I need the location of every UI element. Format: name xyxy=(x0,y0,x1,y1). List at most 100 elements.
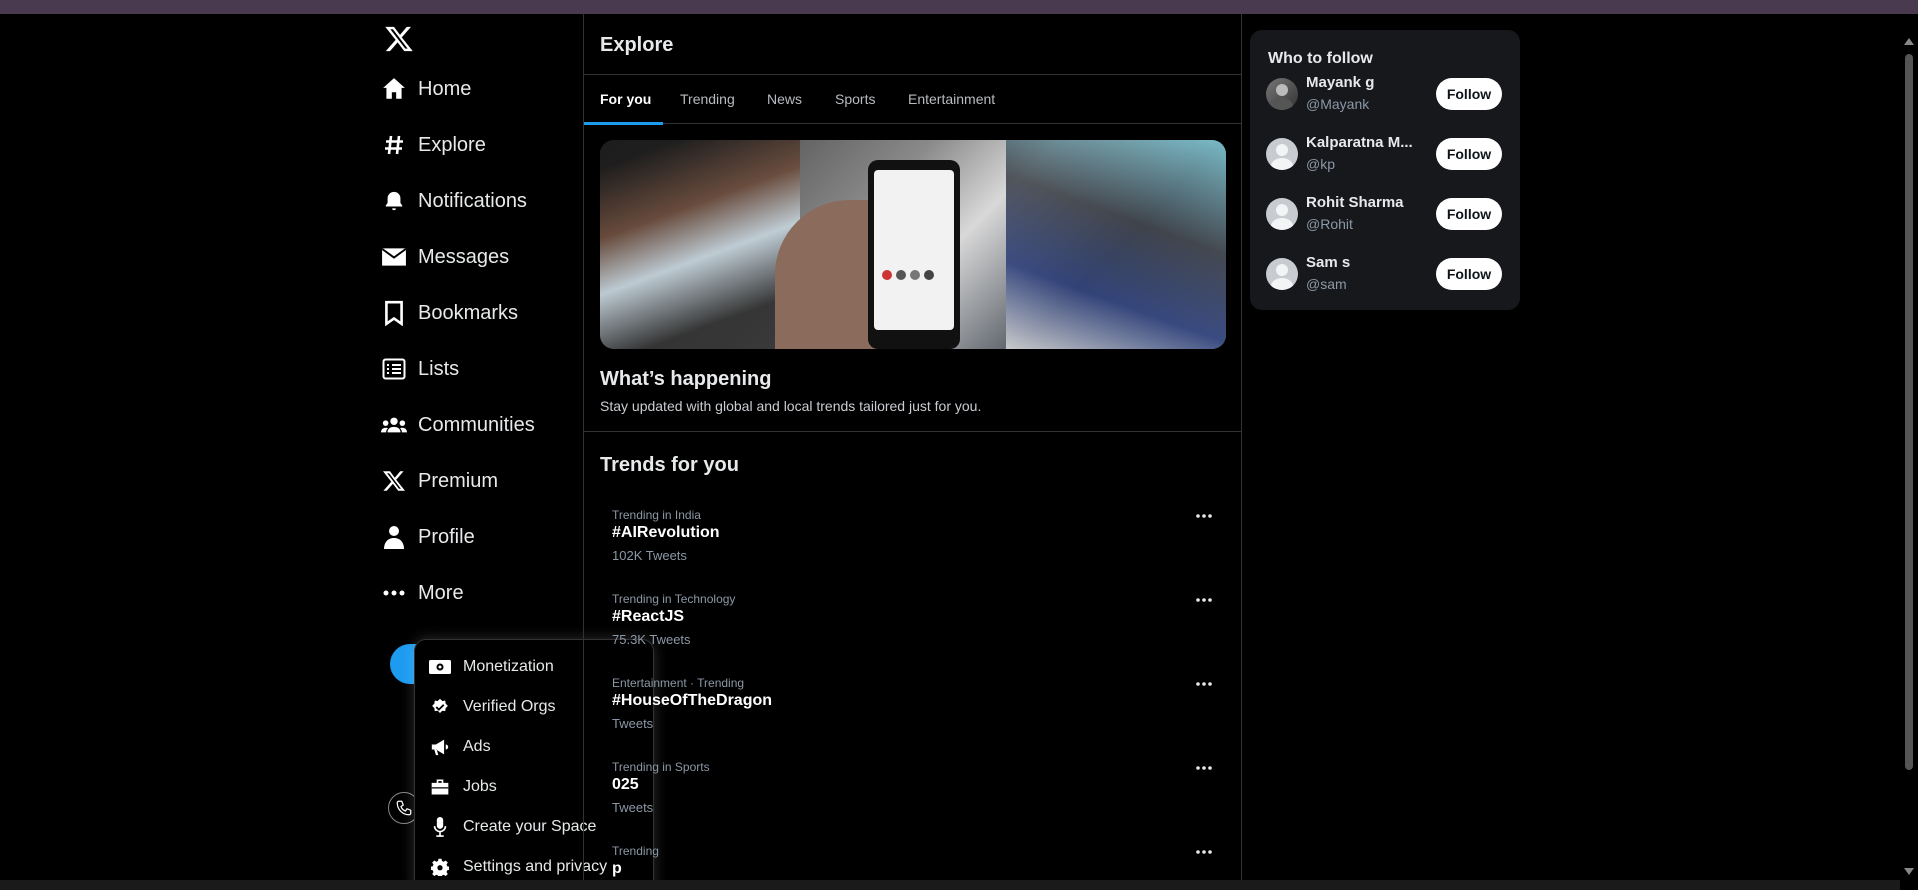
bell-icon xyxy=(380,187,408,215)
menu-item-label: Verified Orgs xyxy=(463,698,556,715)
trend-context: Trending in Technology xyxy=(612,592,736,606)
user-name[interactable]: Sam s xyxy=(1306,254,1416,271)
menu-item-create-space[interactable]: Create your Space xyxy=(429,812,596,842)
scroll-up-arrow-icon[interactable] xyxy=(1904,38,1914,45)
sidebar-item-premium[interactable]: Premium xyxy=(380,461,498,501)
sidebar-item-more[interactable]: More xyxy=(380,573,464,613)
menu-item-verified-orgs[interactable]: Verified Orgs xyxy=(429,692,555,722)
more-options-icon[interactable] xyxy=(1192,592,1216,608)
page-scrollbar[interactable] xyxy=(1900,14,1918,890)
sidebar-item-bookmarks[interactable]: Bookmarks xyxy=(380,293,518,333)
avatar[interactable] xyxy=(1266,138,1298,170)
sidebar-item-lists[interactable]: Lists xyxy=(380,349,459,389)
user-name[interactable]: Rohit Sharma xyxy=(1306,194,1416,211)
sidebar-item-notifications[interactable]: Notifications xyxy=(380,181,527,221)
sidebar-item-label: Premium xyxy=(418,469,499,492)
sidebar-item-label: Profile xyxy=(418,525,475,548)
sidebar-item-label: Lists xyxy=(418,357,460,380)
whats-happening-title: What’s happening xyxy=(600,368,772,390)
follow-button[interactable]: Follow xyxy=(1436,198,1502,230)
trend-context: Trending in Sports xyxy=(612,760,710,774)
trend-count: 102K Tweets xyxy=(612,548,687,563)
scroll-down-arrow-icon[interactable] xyxy=(1904,868,1914,875)
follow-button[interactable]: Follow xyxy=(1436,78,1502,110)
hashtag-icon xyxy=(380,131,408,159)
follow-suggestion[interactable]: Mayank g @Mayank Follow xyxy=(1266,74,1506,124)
trend-context: Trending in India xyxy=(612,508,701,522)
trend-count: Tweets xyxy=(612,800,654,815)
more-options-icon[interactable] xyxy=(1192,844,1216,860)
more-options-icon[interactable] xyxy=(1192,508,1216,524)
home-icon xyxy=(380,75,408,103)
trend-item[interactable]: Trending in Sports 025 Tweets xyxy=(612,760,1212,820)
sidebar-item-profile[interactable]: Profile xyxy=(380,517,475,557)
sidebar-item-home[interactable]: Home xyxy=(380,69,471,109)
avatar-body xyxy=(1271,278,1293,290)
main-column: Explore For you Trending News Sports Ent… xyxy=(583,14,1242,890)
megaphone-icon xyxy=(429,736,451,758)
sidebar-item-messages[interactable]: Messages xyxy=(380,237,509,277)
user-handle: @kp xyxy=(1306,156,1335,172)
avatar[interactable] xyxy=(1266,78,1298,110)
browser-top-bar xyxy=(0,0,1918,14)
user-handle: @Mayank xyxy=(1306,96,1370,112)
trend-count: Tweets xyxy=(612,716,654,731)
money-icon xyxy=(429,656,451,678)
menu-item-settings-privacy[interactable]: Settings and privacy xyxy=(429,852,607,882)
more-options-icon[interactable] xyxy=(1192,760,1216,776)
hero-phone-screen xyxy=(874,170,954,330)
sidebar-item-explore[interactable]: Explore xyxy=(380,125,486,165)
hero-image[interactable] xyxy=(600,140,1226,349)
avatar[interactable] xyxy=(1266,198,1298,230)
trend-item[interactable]: Trending in Technology #ReactJS 75.3K Tw… xyxy=(612,592,1212,652)
user-name[interactable]: Mayank g xyxy=(1306,74,1416,91)
hero-building-right xyxy=(1006,140,1226,349)
user-handle: @Rohit xyxy=(1306,216,1353,232)
avatar-head xyxy=(1276,204,1288,216)
follow-suggestion[interactable]: Sam s @sam Follow xyxy=(1266,254,1506,304)
avatar-head xyxy=(1276,264,1288,276)
briefcase-icon xyxy=(429,776,451,798)
follow-suggestion[interactable]: Rohit Sharma @Rohit Follow xyxy=(1266,194,1506,244)
bottom-scrollbar xyxy=(0,880,1900,890)
tab-entertainment[interactable]: Entertainment xyxy=(908,75,995,123)
x-logo-icon[interactable] xyxy=(384,24,414,54)
gear-icon xyxy=(429,856,451,878)
menu-item-monetization[interactable]: Monetization xyxy=(429,652,554,682)
follow-button[interactable]: Follow xyxy=(1436,258,1502,290)
more-options-icon[interactable] xyxy=(1192,676,1216,692)
follow-suggestion[interactable]: Kalparatna M... @kp Follow xyxy=(1266,134,1506,184)
scroll-thumb[interactable] xyxy=(1905,54,1913,770)
trend-tag: 025 xyxy=(612,776,639,793)
tab-for-you[interactable]: For you xyxy=(600,75,651,123)
ellipsis-icon xyxy=(380,579,408,607)
hero-story-dot xyxy=(882,270,892,280)
avatar-head xyxy=(1276,84,1288,96)
tab-news[interactable]: News xyxy=(767,75,802,123)
sidebar-item-communities[interactable]: Communities xyxy=(380,405,535,445)
trend-item[interactable]: Trending in India #AIRevolution 102K Twe… xyxy=(612,508,1212,568)
menu-item-label: Ads xyxy=(463,738,491,755)
hero-story-dot xyxy=(924,270,934,280)
whats-happening-subtitle: Stay updated with global and local trend… xyxy=(600,398,982,414)
sidebar-item-label: Home xyxy=(418,77,472,100)
user-handle: @sam xyxy=(1306,276,1347,292)
trend-tag: p xyxy=(612,860,622,877)
menu-item-ads[interactable]: Ads xyxy=(429,732,491,762)
tab-trending[interactable]: Trending xyxy=(680,75,735,123)
user-name[interactable]: Kalparatna M... xyxy=(1306,134,1416,151)
user-icon xyxy=(380,523,408,551)
x-logo-icon xyxy=(380,467,408,495)
menu-item-label: Jobs xyxy=(463,778,497,795)
hero-story-dot xyxy=(896,270,906,280)
section-divider xyxy=(584,431,1241,432)
page-title: Explore xyxy=(600,34,674,56)
menu-item-jobs[interactable]: Jobs xyxy=(429,772,497,802)
avatar[interactable] xyxy=(1266,258,1298,290)
active-tab-indicator xyxy=(584,122,663,125)
follow-button[interactable]: Follow xyxy=(1436,138,1502,170)
trend-item[interactable]: Entertainment · Trending #HouseOfTheDrag… xyxy=(612,676,1212,736)
tab-sports[interactable]: Sports xyxy=(835,75,875,123)
trend-context: Trending xyxy=(612,844,659,858)
menu-item-label: Create your Space xyxy=(463,818,597,835)
